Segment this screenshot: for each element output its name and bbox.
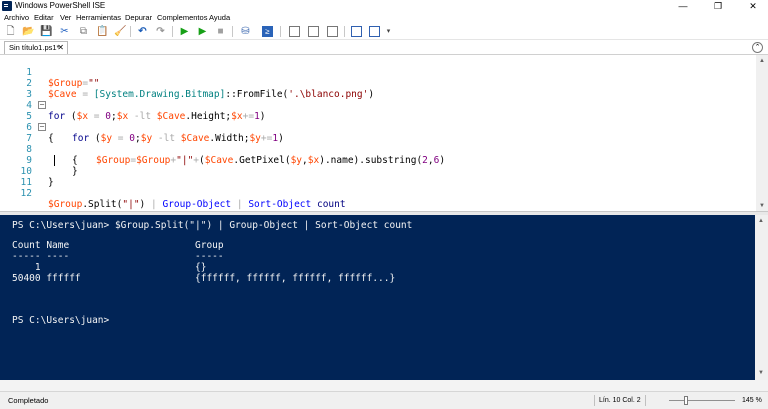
code-line-11: 11 (0, 166, 755, 188)
new-remote-tab-icon[interactable]: ⛁ (240, 26, 251, 37)
zoom-level: 145 % (742, 397, 762, 404)
window-title: Windows PowerShell ISE (15, 1, 106, 10)
toolbar-separator (280, 26, 281, 37)
script-editor[interactable]: 1 $Group="" 2 $Cave = [System.Drawing.Bi… (0, 54, 768, 212)
redo-icon[interactable]: ↷ (155, 26, 166, 37)
text-cursor (54, 155, 55, 166)
toolbar-separator (130, 26, 131, 37)
collapse-script-pane-button[interactable]: ⌃ (752, 42, 763, 53)
menu-complementos[interactable]: Complementos (157, 12, 207, 23)
open-icon[interactable]: 📂 (22, 26, 34, 37)
console-pane[interactable]: PS C:\Users\juan> $Group.Split("|") | Gr… (0, 215, 768, 380)
status-bar: Completado Lín. 10 Col. 2 145 % (0, 391, 768, 409)
tab-script-1[interactable]: Sin título1.ps1* ✕ (4, 41, 68, 54)
powershell-app-icon (2, 1, 12, 11)
line-number: 12 (20, 188, 32, 199)
show-script-pane-max-icon[interactable] (327, 26, 338, 37)
paste-icon[interactable]: 📋 (96, 26, 108, 37)
toolbar-separator (172, 26, 173, 37)
stop-icon[interactable]: ■ (215, 26, 226, 37)
close-window-button[interactable]: ✕ (736, 0, 768, 12)
menu-herramientas[interactable]: Herramientas (76, 12, 121, 23)
code-line-8: 8 $Group=$Group+"|"+($Cave.GetPixel($y,$… (0, 133, 755, 166)
save-icon[interactable]: 💾 (40, 26, 52, 37)
zoom-slider-thumb[interactable] (684, 396, 688, 405)
title-bar: Windows PowerShell ISE — ❐ ✕ (0, 0, 768, 12)
code-line-5: 5 − { (0, 100, 755, 145)
status-text: Completado (8, 396, 49, 405)
scroll-down-icon[interactable]: ▼ (755, 367, 767, 379)
tab-label: Sin título1.ps1* (9, 43, 60, 52)
fold-toggle-icon[interactable]: − (38, 123, 46, 131)
code-line-9: 9 } (0, 144, 755, 177)
show-command-window-icon[interactable] (351, 26, 362, 37)
restore-button[interactable]: ❐ (701, 0, 735, 12)
console-output-row: 50400 ffffff {ffffff, ffffff, ffffff, ff… (12, 273, 396, 284)
toolbar-separator (344, 26, 345, 37)
tab-close-icon[interactable]: ✕ (57, 42, 64, 54)
console-output-row: 1 {} (12, 262, 207, 273)
code-line-6: 6 for ($y = 0;$y -lt $Cave.Width;$y+=1) (0, 111, 755, 144)
show-command-addon-icon[interactable] (369, 26, 380, 37)
menu-depurar[interactable]: Depurar (125, 12, 152, 23)
code-line-10: 10 } (0, 155, 755, 188)
run-icon[interactable]: ▶ (179, 26, 190, 37)
code-line-4: 4 for ($x = 0;$x -lt $Cave.Height;$x+=1) (0, 89, 755, 122)
show-script-pane-top-icon[interactable] (289, 26, 300, 37)
toolbar-separator (232, 26, 233, 37)
console-bottom-gap (0, 380, 768, 391)
scroll-up-icon[interactable]: ▲ (756, 55, 768, 67)
code-line-2: 2 $Cave = [System.Drawing.Bitmap]::FromF… (0, 67, 755, 100)
menu-editar[interactable]: Editar (34, 12, 54, 23)
console-command-line: PS C:\Users\juan> $Group.Split("|") | Gr… (12, 220, 413, 231)
code-line-12: 12 $Group.Split("|") | Group-Object | So… (0, 177, 755, 210)
minimize-button[interactable]: — (666, 0, 700, 12)
menu-bar: Archivo Editar Ver Herramientas Depurar … (0, 12, 768, 23)
console-output-underline: ----- ---- ----- (12, 251, 224, 262)
code-line-1: 1 $Group="" (0, 56, 755, 89)
zoom-slider[interactable] (669, 400, 735, 401)
toolbar-overflow-icon[interactable]: ▾ (383, 26, 394, 37)
menu-archivo[interactable]: Archivo (4, 12, 29, 23)
fold-toggle-icon[interactable]: − (38, 101, 46, 109)
undo-icon[interactable]: ↶ (137, 26, 148, 37)
code-line-7: 7 − { (0, 122, 755, 167)
cursor-position: Lín. 10 Col. 2 (594, 395, 646, 406)
console-prompt: PS C:\Users\juan> (12, 315, 110, 326)
copy-icon[interactable]: ⧉ (78, 26, 89, 37)
menu-ver[interactable]: Ver (60, 12, 71, 23)
menu-ayuda[interactable]: Ayuda (209, 12, 230, 23)
show-script-pane-right-icon[interactable] (308, 26, 319, 37)
editor-scrollbar[interactable]: ▲ ▼ (756, 55, 768, 212)
console-scrollbar[interactable]: ▲ ▼ (755, 215, 768, 380)
start-powershell-icon[interactable]: ≥ (262, 26, 273, 37)
code-line-3: 3 (0, 78, 755, 100)
cut-icon[interactable]: ✂ (59, 26, 70, 37)
toolbar: 🗋 📂 💾 ✂ ⧉ 📋 🧹 ↶ ↷ ▶ ▶ ■ ⛁ ≥ ▾ (0, 23, 768, 40)
console-output-header: Count Name Group (12, 240, 224, 251)
tab-strip: Sin título1.ps1* ✕ ⌃ (0, 40, 768, 54)
new-file-icon[interactable]: 🗋 (5, 26, 16, 37)
clear-console-icon[interactable]: 🧹 (114, 26, 126, 37)
run-selection-icon[interactable]: ▶ (197, 26, 208, 37)
scroll-up-icon[interactable]: ▲ (755, 215, 767, 227)
